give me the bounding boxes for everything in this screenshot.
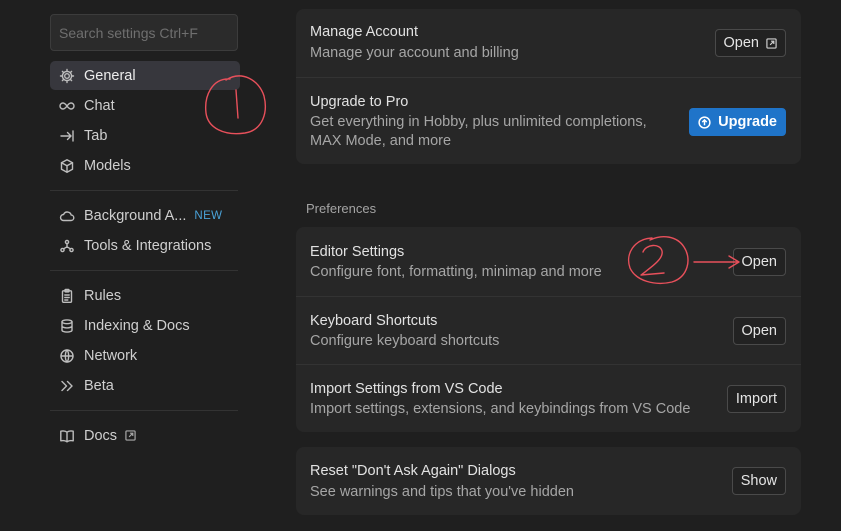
external-link-icon — [766, 37, 777, 49]
manage-account-open-button[interactable]: Open — [714, 29, 786, 57]
sidebar-item-label: Models — [84, 157, 131, 174]
editor-settings-open-button[interactable]: Open — [732, 248, 786, 276]
button-label: Upgrade — [718, 114, 777, 130]
sidebar-item-docs[interactable]: Docs — [50, 421, 240, 450]
import-settings-button[interactable]: Import — [726, 385, 786, 413]
button-label: Import — [735, 391, 777, 407]
reset-dialogs-show-button[interactable]: Show — [731, 467, 786, 495]
sidebar-item-rules[interactable]: Rules — [50, 281, 240, 310]
sidebar-item-chat[interactable]: Chat — [50, 91, 240, 120]
editor-settings-row: Editor Settings Configure font, formatti… — [296, 227, 801, 296]
row-title: Editor Settings — [310, 244, 405, 260]
sidebar-item-label: Chat — [84, 97, 115, 114]
sidebar-item-label: Tab — [84, 127, 108, 144]
row-description: Manage your account and billing — [310, 45, 519, 61]
manage-account-row: Manage Account Manage your account and b… — [296, 9, 801, 77]
button-label: Open — [723, 35, 759, 51]
sidebar-item-indexing-docs[interactable]: Indexing & Docs — [50, 311, 240, 340]
sidebar: General Chat Tab Models — [50, 14, 240, 451]
button-label: Open — [741, 323, 777, 339]
row-title: Keyboard Shortcuts — [310, 313, 438, 329]
sidebar-item-tools-integrations[interactable]: Tools & Integrations — [50, 231, 240, 260]
nav-group-docs: Docs — [50, 421, 240, 450]
tab-arrow-icon — [58, 127, 76, 145]
preferences-card: Editor Settings Configure font, formatti… — [296, 227, 801, 432]
row-title: Reset "Don't Ask Again" Dialogs — [310, 463, 516, 479]
double-chevron-icon — [58, 377, 76, 395]
cube-icon — [58, 157, 76, 175]
keyboard-shortcuts-open-button[interactable]: Open — [732, 317, 786, 345]
gear-icon — [58, 67, 76, 85]
nav-group-agents: Background A... NEW Tools & Integrations — [50, 201, 240, 260]
sidebar-item-general[interactable]: General — [50, 61, 240, 90]
sidebar-item-label: General — [84, 67, 136, 84]
sidebar-item-network[interactable]: Network — [50, 341, 240, 370]
reset-dialogs-card: Reset "Don't Ask Again" Dialogs See warn… — [296, 447, 801, 515]
keyboard-shortcuts-row: Keyboard Shortcuts Configure keyboard sh… — [296, 296, 801, 364]
database-icon — [58, 317, 76, 335]
import-vscode-row: Import Settings from VS Code Import sett… — [296, 364, 801, 432]
arrow-up-circle-icon — [698, 115, 711, 129]
sidebar-item-models[interactable]: Models — [50, 151, 240, 180]
sidebar-item-label: Indexing & Docs — [84, 317, 190, 334]
reset-dialogs-row: Reset "Don't Ask Again" Dialogs See warn… — [296, 447, 801, 515]
sidebar-item-tab[interactable]: Tab — [50, 121, 240, 150]
search-input[interactable] — [50, 14, 238, 51]
settings-window: General Chat Tab Models — [0, 0, 841, 531]
button-label: Show — [740, 473, 777, 489]
upgrade-row: Upgrade to Pro Get everything in Hobby, … — [296, 77, 801, 164]
row-title: Manage Account — [310, 24, 419, 40]
infinity-icon — [58, 97, 76, 115]
sidebar-divider — [50, 190, 238, 191]
row-description: Configure keyboard shortcuts — [310, 333, 500, 349]
new-badge: NEW — [194, 209, 223, 222]
integrations-icon — [58, 237, 76, 255]
book-icon — [58, 427, 76, 445]
sidebar-item-label: Docs — [84, 427, 118, 444]
sidebar-item-background-agents[interactable]: Background A... NEW — [50, 201, 240, 230]
sidebar-item-label: Tools & Integrations — [84, 237, 212, 254]
globe-icon — [58, 347, 76, 365]
sidebar-divider — [50, 270, 238, 271]
sidebar-divider — [50, 410, 238, 411]
clipboard-icon — [58, 287, 76, 305]
sidebar-item-beta[interactable]: Beta — [50, 371, 240, 400]
upgrade-button[interactable]: Upgrade — [689, 108, 786, 136]
button-label: Open — [741, 254, 777, 270]
sidebar-item-label: Network — [84, 347, 138, 364]
sidebar-item-label: Background A... — [84, 207, 187, 224]
row-title: Upgrade to Pro — [310, 94, 409, 110]
account-card: Manage Account Manage your account and b… — [296, 9, 801, 164]
row-description: Configure font, formatting, minimap and … — [310, 264, 602, 280]
row-title: Import Settings from VS Code — [310, 381, 503, 397]
sidebar-item-label: Beta — [84, 377, 114, 394]
row-description: Get everything in Hobby, plus unlimited … — [310, 114, 647, 149]
sidebar-item-label: Rules — [84, 287, 122, 304]
nav-group-main: General Chat Tab Models — [50, 61, 240, 180]
external-link-icon — [125, 430, 136, 441]
row-description: Import settings, extensions, and keybind… — [310, 401, 691, 417]
row-description: See warnings and tips that you've hidden — [310, 484, 574, 500]
preferences-section-label: Preferences — [306, 201, 377, 216]
cloud-icon — [58, 207, 76, 225]
nav-group-context: Rules Indexing & Docs Network Beta — [50, 281, 240, 400]
